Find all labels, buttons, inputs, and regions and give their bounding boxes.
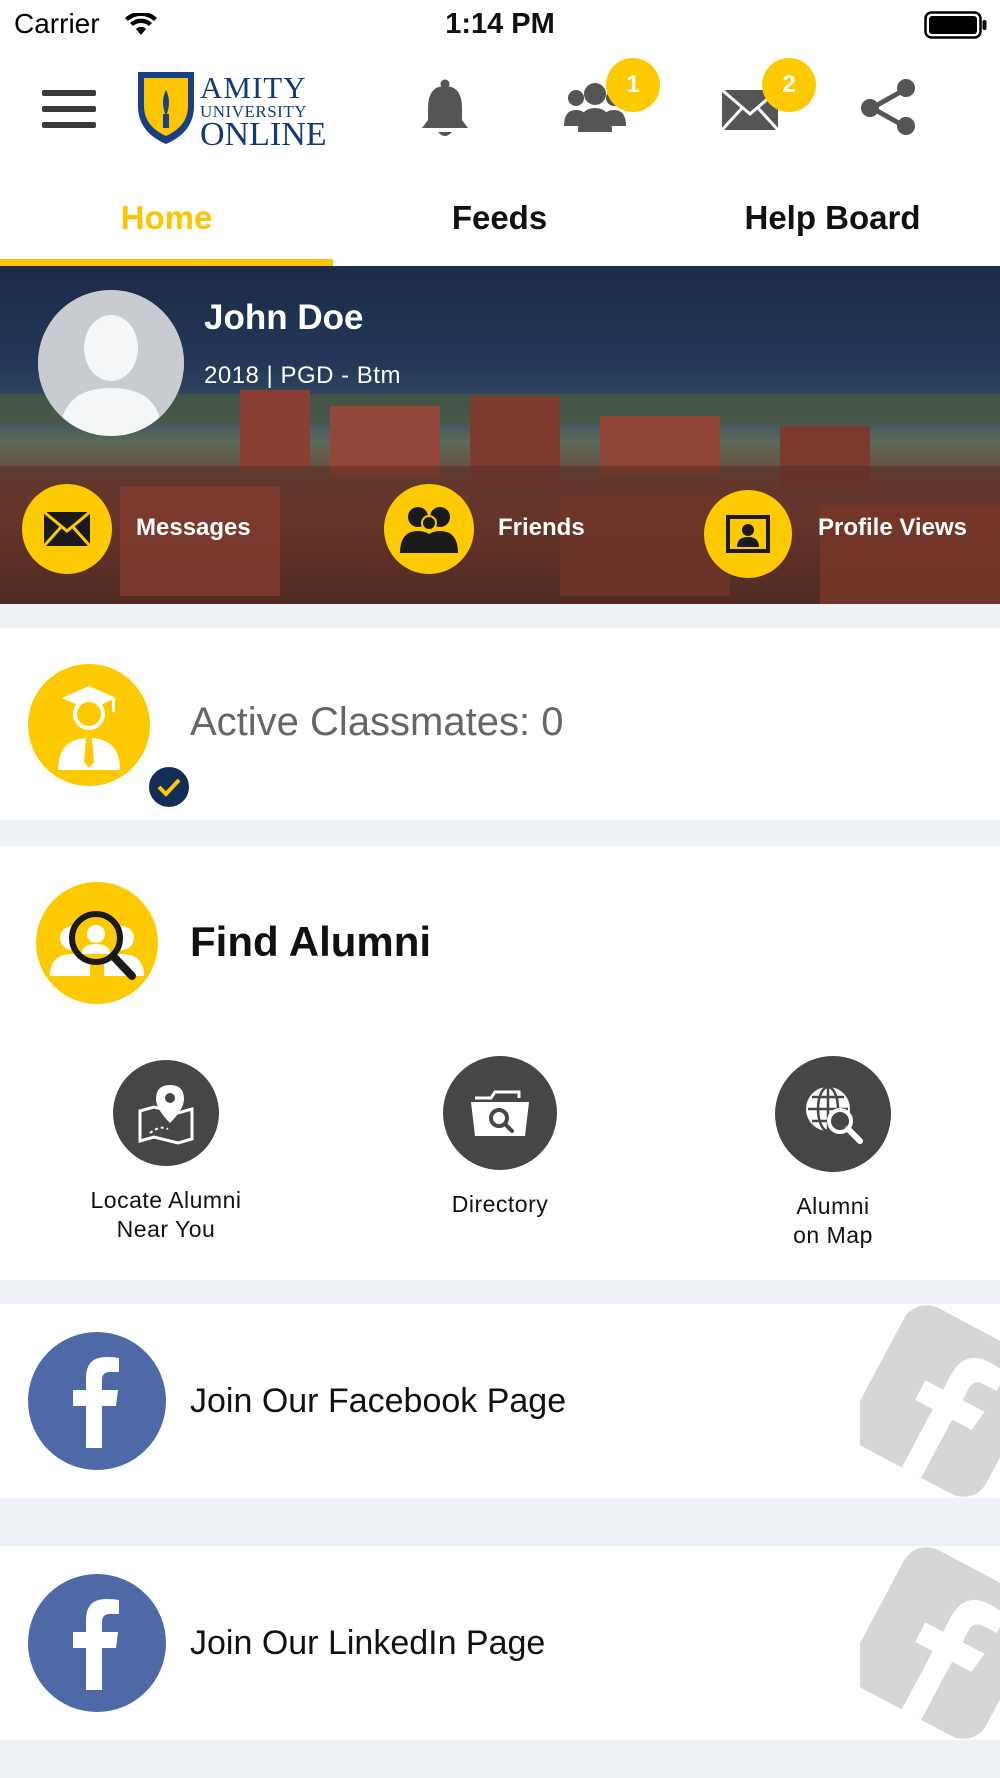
- linkedin-label: Join Our LinkedIn Page: [190, 1624, 546, 1662]
- locate-alumni-label: Locate Alumni Near You: [46, 1186, 286, 1244]
- share-icon: [861, 79, 915, 135]
- avatar[interactable]: [38, 290, 184, 436]
- classmate-graduate-icon: [28, 664, 192, 810]
- facebook-f-icon: [73, 1357, 119, 1448]
- tab-home[interactable]: Home: [0, 164, 333, 266]
- menu-icon[interactable]: [42, 90, 96, 128]
- alumni-on-map-button[interactable]: Alumni on Map: [713, 1056, 953, 1250]
- verified-check-icon: [146, 764, 192, 810]
- alumni-on-map-circle: [775, 1056, 891, 1172]
- friends-icon: [400, 507, 458, 553]
- status-time: 1:14 PM: [445, 8, 555, 40]
- profile-hero: John Doe 2018 | PGD - Btm Messages Frien…: [0, 266, 1000, 604]
- default-user-icon: [38, 290, 184, 436]
- search-people-icon: [50, 911, 144, 980]
- directory-search-icon: [471, 1090, 529, 1136]
- crest-icon: [138, 72, 194, 144]
- facebook-f-icon: [73, 1599, 119, 1690]
- locate-alumni-circle: [113, 1060, 219, 1166]
- friends-label: Friends: [498, 514, 585, 541]
- battery-icon: [924, 11, 987, 39]
- tab-help-board[interactable]: Help Board: [666, 164, 999, 266]
- alumni-on-map-label-line2: on Map: [793, 1222, 873, 1248]
- profile-card-icon: [726, 515, 770, 553]
- status-bar: Carrier 1:14 PM: [0, 0, 1000, 52]
- map-pin-icon: [138, 1085, 194, 1145]
- find-alumni-title: Find Alumni: [190, 918, 432, 965]
- profile-name: John Doe: [204, 298, 364, 337]
- facebook-icon: [28, 1574, 166, 1712]
- graduate-icon: [58, 686, 120, 770]
- alumni-on-map-label-line1: Alumni: [796, 1193, 870, 1219]
- directory-label: Directory: [380, 1190, 620, 1219]
- globe-search-icon: [806, 1085, 863, 1144]
- facebook-label: Join Our Facebook Page: [190, 1382, 567, 1420]
- profile-subtitle: 2018 | PGD - Btm: [204, 362, 401, 389]
- tab-feeds[interactable]: Feeds: [333, 164, 666, 266]
- facebook-watermark-icon: [860, 1547, 1000, 1739]
- notifications-button[interactable]: [418, 78, 472, 145]
- locate-alumni-button[interactable]: Locate Alumni Near You: [46, 1056, 286, 1244]
- friend-requests-badge: 1: [606, 58, 660, 112]
- join-facebook-card[interactable]: Join Our Facebook Page: [0, 1304, 1000, 1498]
- locate-alumni-label-line2: Near You: [116, 1216, 216, 1242]
- active-tab-indicator: [0, 259, 333, 266]
- bell-icon: [422, 79, 468, 136]
- directory-circle: [443, 1056, 557, 1170]
- profile-views-circle: [704, 490, 792, 578]
- active-classmates-count: Active Classmates: 0: [190, 700, 564, 744]
- facebook-icon: [28, 1332, 166, 1470]
- messages-badge: 2: [762, 58, 816, 112]
- amity-logo: AMITY UNIVERSITY ONLINE: [134, 66, 327, 153]
- locate-alumni-label-line1: Locate Alumni: [90, 1187, 242, 1213]
- app-header: AMITY UNIVERSITY ONLINE 1 2: [0, 52, 1000, 164]
- directory-button[interactable]: Directory: [380, 1056, 620, 1219]
- messages-label: Messages: [136, 514, 251, 541]
- find-alumni-icon: [36, 882, 158, 1004]
- find-alumni-card: Find Alumni Locate Alumni Near You Direc…: [0, 846, 1000, 1280]
- friends-circle: [384, 484, 474, 574]
- directory-label-line1: Directory: [451, 1191, 549, 1217]
- facebook-watermark-icon: [860, 1305, 1000, 1497]
- main-tabs: Home Feeds Help Board: [0, 164, 1000, 266]
- profile-views-label: Profile Views: [818, 514, 967, 541]
- messages-circle: [22, 484, 112, 574]
- share-button[interactable]: [858, 78, 918, 141]
- active-classmates-card[interactable]: Active Classmates: 0: [0, 628, 1000, 820]
- alumni-on-map-label: Alumni on Map: [713, 1192, 953, 1250]
- join-linkedin-card[interactable]: Join Our LinkedIn Page: [0, 1546, 1000, 1740]
- envelope-icon: [43, 511, 91, 547]
- logo-line-1: AMITY: [200, 70, 307, 105]
- logo-line-3: ONLINE: [200, 116, 327, 153]
